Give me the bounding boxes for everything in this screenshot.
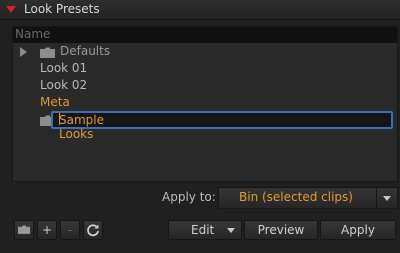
collapse-arrow-icon[interactable]: [6, 6, 16, 13]
apply-to-value: Bin (selected clips): [239, 190, 353, 204]
expand-icon[interactable]: [20, 47, 27, 57]
minus-icon: -: [67, 223, 73, 237]
edit-button-label: Edit: [191, 223, 215, 237]
list-item-label: Meta: [40, 95, 70, 109]
chevron-down-icon: [383, 196, 391, 201]
look-presets-panel: Look Presets Name Defaults Look 01 Look …: [0, 0, 400, 253]
text-caret: [59, 113, 60, 125]
folder-icon: [18, 225, 30, 234]
list-item-label: Look 02: [40, 78, 88, 92]
list-item-meta[interactable]: Meta: [13, 95, 397, 111]
preview-button-label: Preview: [257, 223, 305, 237]
list-item-label: Look 01: [40, 61, 88, 75]
apply-to-dropdown-button[interactable]: [376, 188, 397, 208]
list-item-label: Defaults: [60, 44, 111, 58]
apply-button-label: Apply: [341, 223, 375, 237]
rename-input[interactable]: Sample Looks: [51, 111, 393, 141]
add-preset-button[interactable]: +: [37, 220, 57, 240]
column-header-name[interactable]: Name: [13, 27, 397, 43]
preview-button[interactable]: Preview: [244, 220, 318, 240]
rename-input-value: Sample Looks: [59, 113, 104, 141]
remove-preset-button[interactable]: -: [60, 220, 80, 240]
edit-button[interactable]: Edit: [168, 220, 242, 240]
list-item-look-01[interactable]: Look 01: [13, 61, 397, 77]
refresh-button[interactable]: [83, 220, 103, 240]
apply-to-label: Apply to:: [162, 190, 216, 204]
plus-icon: +: [41, 223, 53, 237]
presets-list[interactable]: Name Defaults Look 01 Look 02 Meta Sampl…: [12, 26, 398, 182]
panel-titlebar: Look Presets: [0, 0, 400, 20]
column-header-label: Name: [15, 27, 51, 41]
chevron-down-icon[interactable]: [227, 228, 235, 233]
list-item-defaults[interactable]: Defaults: [13, 44, 397, 60]
apply-to-select[interactable]: Bin (selected clips): [218, 187, 398, 209]
new-folder-button[interactable]: [14, 220, 34, 240]
apply-button[interactable]: Apply: [320, 220, 396, 240]
refresh-icon: [87, 224, 99, 237]
folder-icon: [40, 47, 55, 58]
list-item-look-02[interactable]: Look 02: [13, 78, 397, 94]
panel-title: Look Presets: [24, 2, 100, 16]
